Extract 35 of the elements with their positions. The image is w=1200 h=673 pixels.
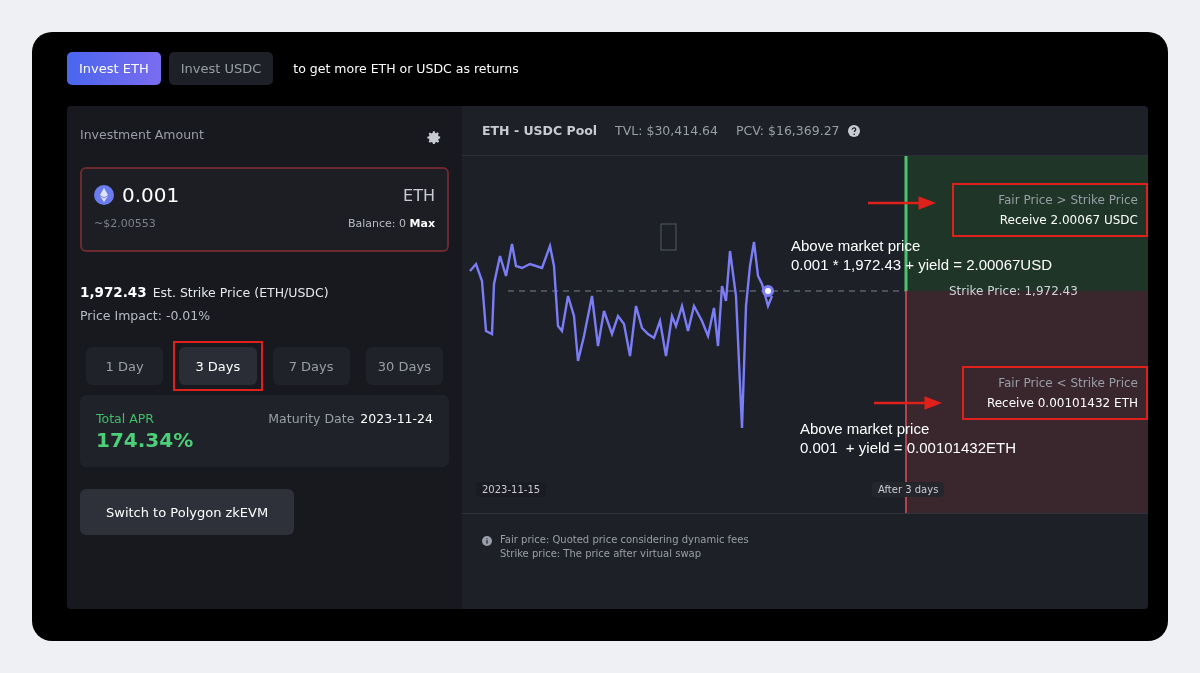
footnote: Fair price: Quoted price considering dynamic fees: [500, 534, 749, 545]
strike-price-label: Strike Price: 1,972.43: [949, 284, 1078, 298]
end-label: After 3 days: [872, 482, 945, 497]
note-formula: 0.001 + yield = 0.00101432ETH: [800, 438, 1016, 457]
invest-tab[interactable]: Invest ETH: [67, 52, 161, 85]
apr-value: 174.34%: [96, 428, 194, 452]
tagline: to get more ETH or USDC as returns: [293, 61, 519, 76]
tvl-value: TVL: $30,414.64: [615, 123, 718, 138]
outcome-receive: Receive 0.00101432 ETH: [986, 396, 1138, 410]
maturity-date: 2023-11-24: [360, 411, 433, 426]
footnote: Strike price: The price after virtual swap: [500, 548, 703, 559]
outcome-condition: Fair Price < Strike Price: [998, 376, 1138, 390]
amount-unit: ETH: [403, 185, 435, 205]
start-date-label: 2023-11-15: [476, 482, 547, 497]
apr-label: Total APR: [96, 411, 155, 426]
strike-price-value: 1,972.43: [80, 284, 147, 300]
price-impact: Price Impact: -0.01%: [80, 308, 212, 323]
max-link[interactable]: Max: [409, 217, 435, 230]
usd-value: ~$2.00553: [94, 217, 156, 230]
amount-value: 0.001: [122, 183, 180, 207]
amount-input-field[interactable]: 0.001 ETH ~$2.00553 Balance: 0 Max: [80, 167, 449, 252]
switch-network-button[interactable]: Switch to Polygon zkEVM: [80, 489, 295, 535]
strike-price-label: Est. Strike Price (ETH/USDC): [152, 285, 329, 300]
pool-name: ETH - USDC Pool: [482, 123, 598, 138]
duration-option[interactable]: 1 Day: [86, 347, 164, 385]
duration-option[interactable]: 7 Days: [272, 347, 350, 385]
invest-tab[interactable]: Invest USDC: [168, 52, 274, 85]
maturity-label: Maturity Date: [268, 411, 355, 426]
pcv-value: PCV: $16,369.27: [736, 123, 840, 138]
balance-text: Balance: 0: [347, 217, 407, 230]
duration-option[interactable]: 30 Days: [365, 347, 443, 385]
duration-option[interactable]: 3 Days: [179, 347, 257, 385]
outcome-receive: Receive 2.00067 USDC: [999, 213, 1138, 227]
investment-label: Investment Amount: [80, 127, 204, 142]
outcome-condition: Fair Price > Strike Price: [998, 193, 1138, 207]
